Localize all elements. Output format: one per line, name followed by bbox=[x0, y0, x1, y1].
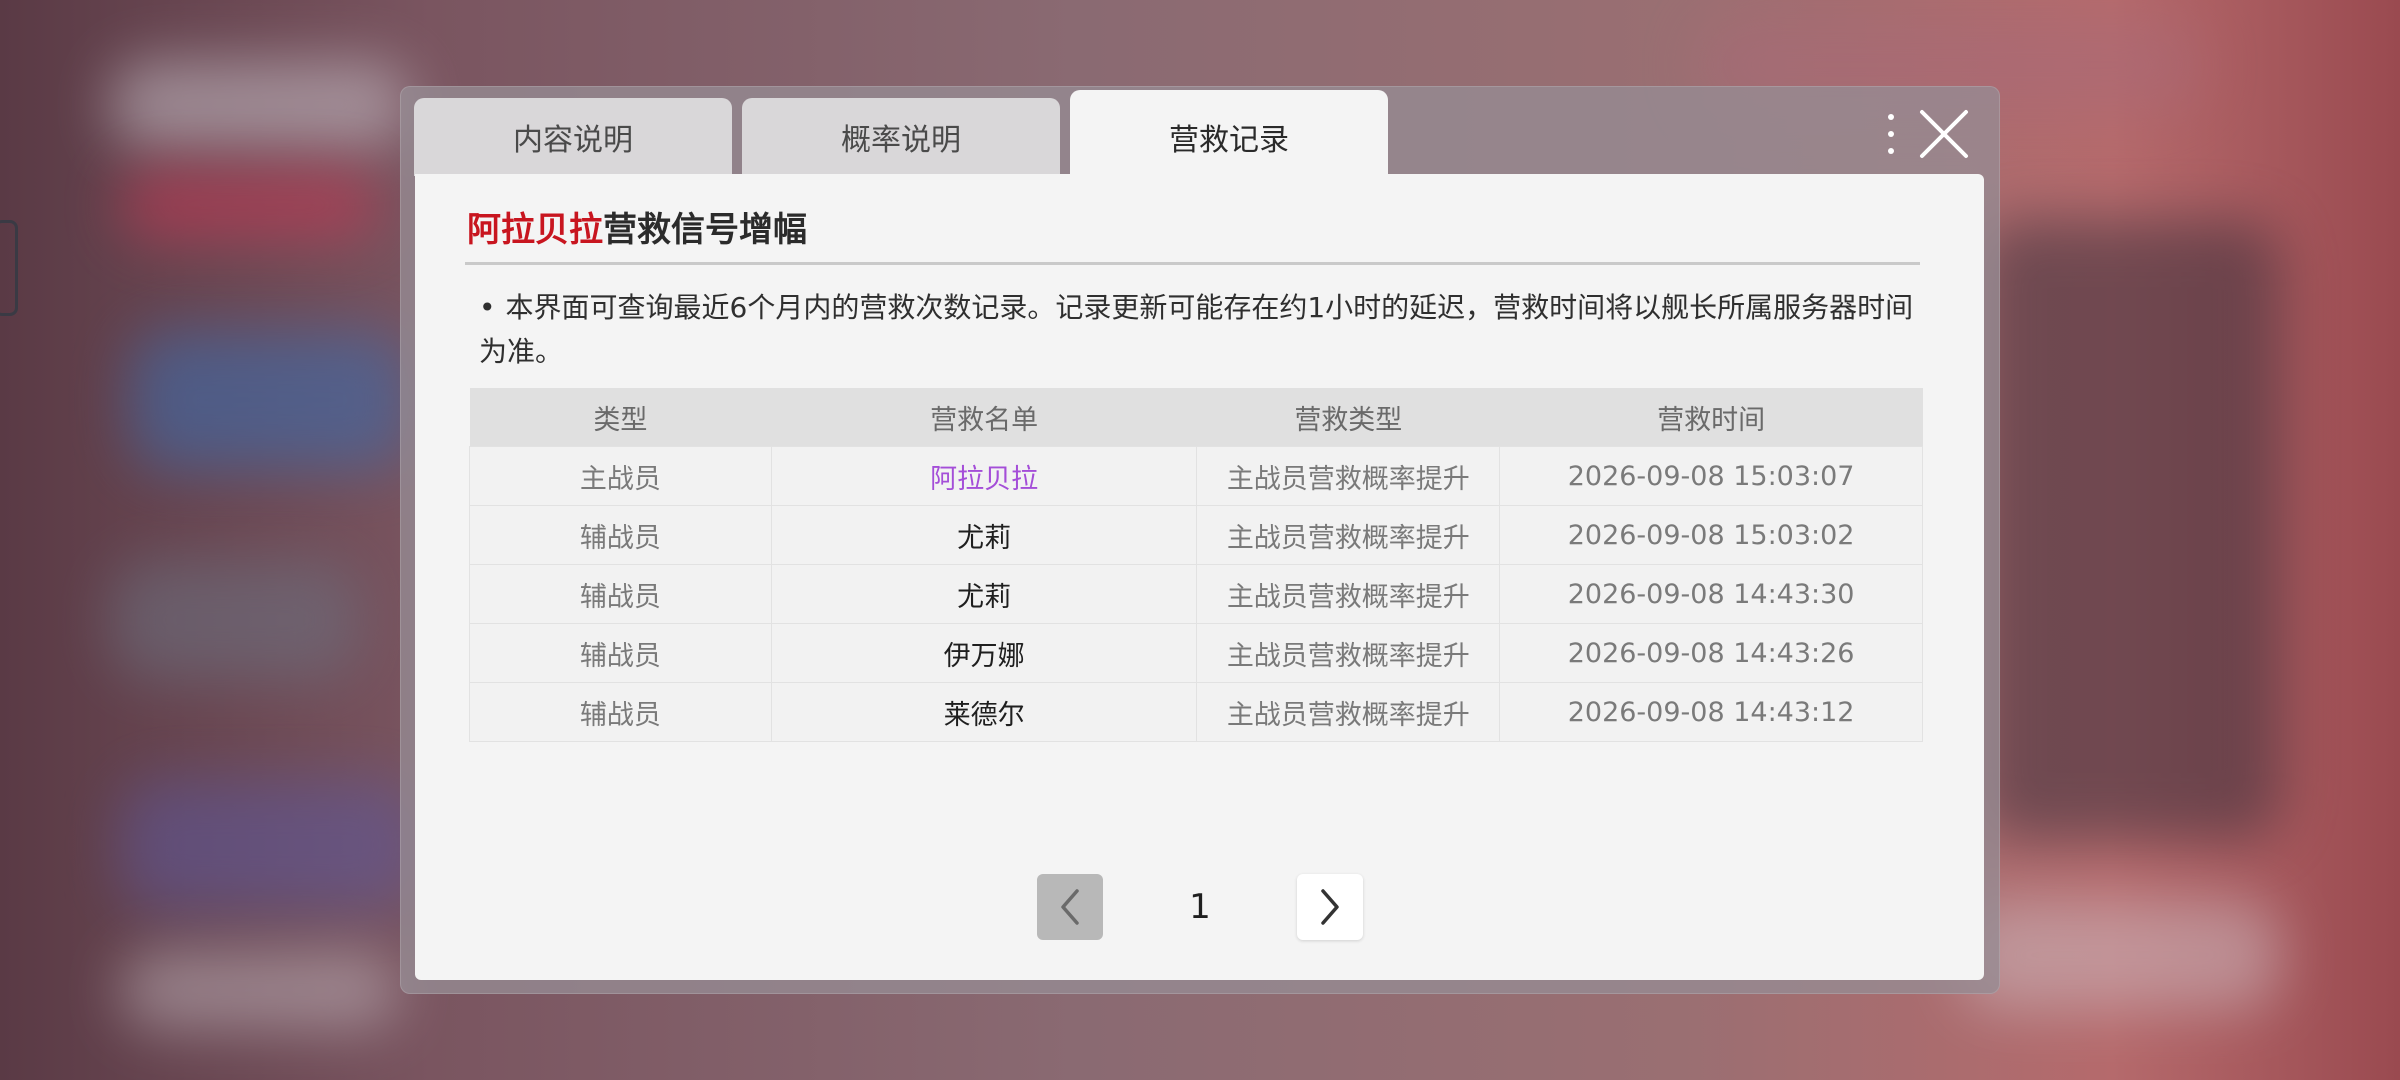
side-handle bbox=[0, 220, 18, 316]
background-blur bbox=[120, 950, 400, 1030]
cell-type: 辅战员 bbox=[469, 623, 772, 683]
column-header: 营救类型 bbox=[1196, 388, 1500, 447]
title-rest: 营救信号增幅 bbox=[603, 210, 807, 250]
title-highlight: 阿拉贝拉 bbox=[467, 210, 603, 250]
prev-page-button[interactable] bbox=[1037, 874, 1103, 940]
bullet: • bbox=[479, 291, 496, 324]
cell-kind: 主战员营救概率提升 bbox=[1196, 623, 1501, 683]
chevron-right-icon bbox=[1321, 889, 1339, 925]
close-button[interactable] bbox=[1880, 102, 1970, 166]
cell-name: 伊万娜 bbox=[770, 623, 1198, 683]
table-row: 主战员 阿拉贝拉 主战员营救概率提升 2026-09-08 15:03:07 bbox=[469, 446, 1923, 506]
tab-probability-description[interactable]: 概率说明 bbox=[742, 98, 1060, 176]
page-title: 阿拉贝拉营救信号增幅 bbox=[467, 202, 807, 251]
background-blur bbox=[120, 780, 420, 910]
cell-type: 主战员 bbox=[469, 446, 772, 506]
divider bbox=[465, 262, 1920, 265]
decor-dots bbox=[1888, 114, 1894, 154]
cell-type: 辅战员 bbox=[469, 564, 772, 624]
cell-time: 2026-09-08 15:03:07 bbox=[1499, 446, 1923, 506]
next-page-button[interactable] bbox=[1297, 874, 1363, 940]
cell-time: 2026-09-08 14:43:12 bbox=[1499, 682, 1923, 742]
column-header: 营救名单 bbox=[771, 388, 1197, 447]
background-blur bbox=[1980, 220, 2280, 840]
table-header-row: 类型 营救名单 营救类型 营救时间 bbox=[469, 388, 1923, 447]
cell-time: 2026-09-08 14:43:30 bbox=[1499, 564, 1923, 624]
notice-text: • 本界面可查询最近6个月内的营救次数记录。记录更新可能存在约1小时的延迟，营救时… bbox=[479, 286, 1919, 374]
table-row: 辅战员 尤莉 主战员营救概率提升 2026-09-08 15:03:02 bbox=[469, 505, 1923, 565]
cell-kind: 主战员营救概率提升 bbox=[1196, 564, 1501, 624]
chevron-left-icon bbox=[1061, 889, 1079, 925]
cell-kind: 主战员营救概率提升 bbox=[1196, 446, 1501, 506]
cell-type: 辅战员 bbox=[469, 682, 772, 742]
close-x-icon bbox=[1920, 110, 1968, 158]
column-header: 类型 bbox=[469, 388, 772, 447]
pagination: 1 bbox=[415, 874, 1984, 940]
cell-name: 阿拉贝拉 bbox=[770, 446, 1198, 506]
rescue-records-table: 类型 营救名单 营救类型 营救时间 主战员 阿拉贝拉 主战员营救概率提升 202… bbox=[469, 388, 1923, 742]
cell-name: 莱德尔 bbox=[770, 682, 1198, 742]
background-blur bbox=[130, 330, 410, 470]
table-row: 辅战员 伊万娜 主战员营救概率提升 2026-09-08 14:43:26 bbox=[469, 623, 1923, 683]
tab-rescue-records[interactable]: 营救记录 bbox=[1070, 90, 1388, 176]
tab-panel: 阿拉贝拉营救信号增幅 • 本界面可查询最近6个月内的营救次数记录。记录更新可能存在… bbox=[415, 174, 1984, 980]
cell-time: 2026-09-08 14:43:26 bbox=[1499, 623, 1923, 683]
cell-time: 2026-09-08 15:03:02 bbox=[1499, 505, 1923, 565]
table-row: 辅战员 尤莉 主战员营救概率提升 2026-09-08 14:43:30 bbox=[469, 564, 1923, 624]
current-page-number: 1 bbox=[1189, 887, 1211, 927]
cell-type: 辅战员 bbox=[469, 505, 772, 565]
background-blur bbox=[1960, 900, 2280, 1010]
cell-name: 尤莉 bbox=[770, 564, 1198, 624]
cell-kind: 主战员营救概率提升 bbox=[1196, 682, 1501, 742]
table-row: 辅战员 莱德尔 主战员营救概率提升 2026-09-08 14:43:12 bbox=[469, 682, 1923, 742]
background-blur bbox=[110, 560, 360, 680]
background-blur bbox=[120, 170, 380, 240]
tab-bar: 内容说明 概率说明 营救记录 bbox=[414, 90, 1388, 176]
tab-content-description[interactable]: 内容说明 bbox=[414, 98, 732, 176]
rescue-record-dialog: 内容说明 概率说明 营救记录 阿拉贝拉营救信号增幅 • 本界面可查询最近6个月内的… bbox=[400, 86, 2000, 994]
background-blur bbox=[110, 60, 410, 150]
cell-kind: 主战员营救概率提升 bbox=[1196, 505, 1501, 565]
cell-name: 尤莉 bbox=[770, 505, 1198, 565]
notice-body: 本界面可查询最近6个月内的营救次数记录。记录更新可能存在约1小时的延迟，营救时间… bbox=[479, 291, 1914, 368]
column-header: 营救时间 bbox=[1499, 388, 1923, 447]
tab-label: 内容说明 bbox=[513, 123, 633, 158]
tab-label: 概率说明 bbox=[841, 123, 961, 158]
tab-label: 营救记录 bbox=[1169, 123, 1289, 158]
